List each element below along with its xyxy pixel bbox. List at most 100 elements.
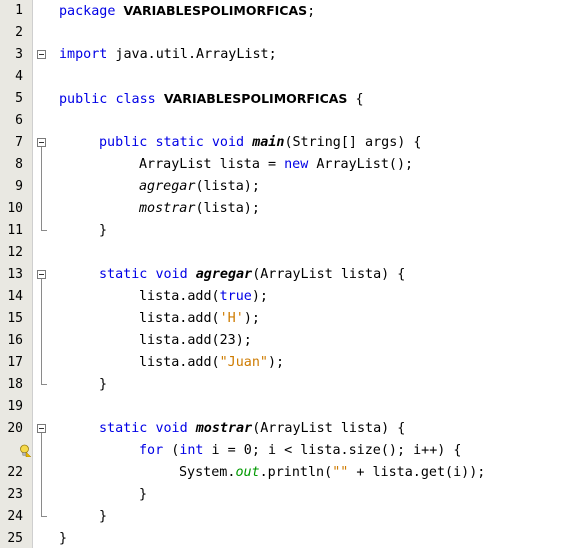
line-number: 1 <box>15 3 23 18</box>
code-text: static void agregar(ArrayList lista) { <box>99 264 405 286</box>
fold-guide <box>41 279 42 374</box>
code-token: } <box>59 531 68 546</box>
code-token: ); <box>251 289 268 304</box>
code-token: i = 0; i < lista.size(); i++) { <box>203 443 462 458</box>
code-text: agregar(lista); <box>139 176 260 198</box>
code-token: lista.add( <box>139 355 220 370</box>
line-number: 11 <box>7 223 23 238</box>
code-token: void <box>155 421 188 436</box>
code-line[interactable]: 20 static void mostrar(ArrayList lista) { <box>0 418 572 440</box>
code-token: ArrayList lista = <box>139 157 285 172</box>
code-token: } <box>99 223 108 238</box>
code-text: package VARIABLESPOLIMORFICAS; <box>59 0 315 22</box>
code-line[interactable]: 2 <box>0 22 572 44</box>
code-line[interactable]: 10 mostrar(lista); <box>0 198 572 220</box>
line-number: 4 <box>15 69 23 84</box>
line-number: 3 <box>15 47 23 62</box>
fold-guide <box>41 433 42 506</box>
code-line[interactable]: 19 <box>0 396 572 418</box>
code-token: (lista); <box>195 179 260 194</box>
line-number: 23 <box>7 487 23 502</box>
code-line[interactable]: 11} <box>0 220 572 242</box>
code-text: } <box>99 220 107 242</box>
code-token: "Juan" <box>219 355 268 370</box>
code-line[interactable]: 24} <box>0 506 572 528</box>
code-line[interactable]: 4 <box>0 66 572 88</box>
code-editor[interactable]: 1 package VARIABLESPOLIMORFICAS; 2 3 import … <box>0 0 572 548</box>
line-number: 5 <box>15 91 23 106</box>
code-line[interactable]: 18} <box>0 374 572 396</box>
code-token: } <box>99 509 108 524</box>
code-text: mostrar(lista); <box>139 198 260 220</box>
code-token: java.util.ArrayList; <box>107 47 277 62</box>
code-line[interactable]: 6 <box>0 110 572 132</box>
code-text: public static void main(String[] args) { <box>99 132 422 154</box>
code-line[interactable]: 17 lista.add("Juan"); <box>0 352 572 374</box>
code-line[interactable]: 13 static void agregar(ArrayList lista) { <box>0 264 572 286</box>
code-token: ( <box>163 443 180 458</box>
code-token: (lista); <box>195 201 260 216</box>
code-text: for (int i = 0; i < lista.size(); i++) { <box>139 440 461 462</box>
code-token: class <box>115 92 156 107</box>
fold-collapse-icon[interactable] <box>37 50 46 59</box>
code-text: lista.add('H'); <box>139 308 260 330</box>
code-token: true <box>219 289 252 304</box>
line-number: 6 <box>15 113 23 128</box>
code-text: ArrayList lista = new ArrayList(); <box>139 154 413 176</box>
code-line[interactable]: 15 lista.add('H'); <box>0 308 572 330</box>
code-line[interactable]: 16 lista.add(23); <box>0 330 572 352</box>
code-token: int <box>179 443 204 458</box>
code-token: 'H' <box>219 311 244 326</box>
code-line[interactable]: 7 public static void main(String[] args) … <box>0 132 572 154</box>
lightbulb-warning-icon[interactable] <box>19 444 31 457</box>
line-number: 20 <box>7 421 23 436</box>
line-number: 2 <box>15 25 23 40</box>
code-token: .println( <box>259 465 333 480</box>
line-number: 14 <box>7 289 23 304</box>
code-line[interactable]: 25} <box>0 528 572 550</box>
code-text: lista.add(23); <box>139 330 252 352</box>
code-token: (ArrayList lista) { <box>252 267 406 282</box>
line-number: 17 <box>7 355 23 370</box>
fold-collapse-icon[interactable] <box>37 270 46 279</box>
line-number: 16 <box>7 333 23 348</box>
code-line[interactable]: 3 import java.util.ArrayList; <box>0 44 572 66</box>
code-token: public <box>59 92 108 107</box>
code-token: lista.add( <box>139 311 220 326</box>
code-line[interactable]: 12 <box>0 242 572 264</box>
code-token: (String[] args) { <box>284 135 422 150</box>
code-line[interactable]: 5 public class VARIABLESPOLIMORFICAS { <box>0 88 572 110</box>
code-line[interactable]: 1 package VARIABLESPOLIMORFICAS; <box>0 0 572 22</box>
code-token: lista.add( <box>139 289 220 304</box>
code-token: ArrayList(); <box>308 157 414 172</box>
code-token: "" <box>332 465 349 480</box>
fold-collapse-icon[interactable] <box>37 424 46 433</box>
code-text: } <box>99 374 107 396</box>
code-token: import <box>59 47 108 62</box>
code-token: } <box>139 487 148 502</box>
fold-collapse-icon[interactable] <box>37 138 46 147</box>
code-token: mostrar <box>139 201 196 216</box>
code-line[interactable]: 9 agregar(lista); <box>0 176 572 198</box>
code-token: public <box>99 135 148 150</box>
code-token: ); <box>268 355 285 370</box>
code-token: package <box>59 4 116 19</box>
code-line[interactable]: for (int i = 0; i < lista.size(); i++) { <box>0 440 572 462</box>
code-line[interactable]: 8 ArrayList lista = new ArrayList(); <box>0 154 572 176</box>
code-line[interactable]: 23} <box>0 484 572 506</box>
code-token: } <box>99 377 108 392</box>
code-text: public class VARIABLESPOLIMORFICAS { <box>59 88 364 110</box>
code-text: } <box>99 506 107 528</box>
code-line[interactable]: 14 lista.add(true); <box>0 286 572 308</box>
code-token: VARIABLESPOLIMORFICAS <box>163 91 348 106</box>
code-text: } <box>59 528 67 550</box>
code-token: { <box>347 92 364 107</box>
code-text: lista.add("Juan"); <box>139 352 284 374</box>
line-number: 25 <box>7 531 23 546</box>
code-line[interactable]: 22 System.out.println("" + lista.get(i)); <box>0 462 572 484</box>
